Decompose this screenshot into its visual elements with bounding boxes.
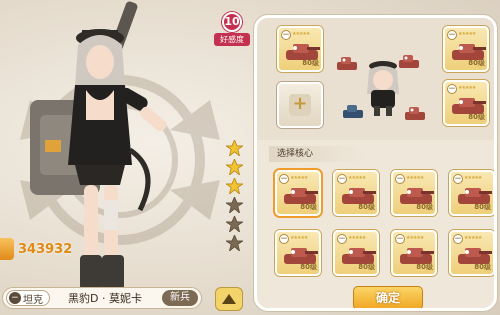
star-empty-icon (226, 235, 243, 251)
star-filled-icon (226, 159, 243, 175)
core-level: 80级 (300, 203, 317, 211)
remove-icon: − (279, 174, 289, 184)
core-level: 80级 (468, 113, 485, 121)
core-candidate[interactable]: − ★★★★★ 80级 (275, 170, 321, 216)
remove-icon[interactable]: − (281, 30, 291, 40)
power-value: 343932 (18, 241, 73, 257)
upgrade-icon (222, 294, 236, 304)
core-candidate[interactable]: − ★★★★★ 80级 (275, 230, 321, 276)
remove-icon: − (395, 234, 405, 244)
remove-icon: − (453, 234, 463, 244)
core-level: 80级 (300, 263, 317, 271)
star-empty-icon (226, 197, 243, 213)
core-stars: ★★★★★ (406, 235, 424, 241)
star-rating (226, 140, 243, 251)
core-level: 80级 (416, 203, 433, 211)
core-candidate[interactable]: − ★★★★★ 80级 (449, 230, 494, 276)
star-filled-icon (226, 140, 243, 156)
confirm-button[interactable]: 确定 (353, 286, 423, 308)
equipped-core-slot[interactable]: − ★★★★★ 80级 (443, 80, 489, 126)
power-icon (0, 238, 14, 260)
section-title: 选择核心 (269, 146, 365, 162)
game-screen: 343932 − 坦克 黑豹D · 莫妮卡 新兵 10 好感度 − ★★★★★ (0, 0, 500, 315)
core-level: 80级 (474, 203, 491, 211)
favor-label: 好感度 (214, 33, 250, 46)
equipped-core-slot[interactable]: − ★★★★★ 80级 (443, 26, 489, 72)
core-stars: ★★★★★ (458, 31, 476, 37)
core-stars: ★★★★★ (348, 175, 366, 181)
core-stars: ★★★★★ (458, 85, 476, 91)
core-candidate[interactable]: − ★★★★★ 80级 (449, 170, 494, 216)
core-stars: ★★★★★ (464, 175, 482, 181)
core-level: 80级 (416, 263, 433, 271)
character-name: 黑豹D · 莫妮卡 (68, 292, 142, 305)
core-level: 80级 (468, 59, 485, 67)
core-stars: ★★★★★ (290, 235, 308, 241)
core-candidate[interactable]: − ★★★★★ 80级 (333, 230, 379, 276)
core-candidate[interactable]: − ★★★★★ 80级 (391, 230, 437, 276)
core-candidate[interactable]: − ★★★★★ 80级 (391, 170, 437, 216)
core-stars: ★★★★★ (406, 175, 424, 181)
upgrade-button[interactable] (215, 287, 243, 311)
equipped-core-area: − ★★★★★ 80级 − ★★★★★ 80级 − ★★★★★ 80级 + (257, 18, 494, 140)
class-label: 坦克 (23, 294, 43, 306)
core-level: 80级 (358, 203, 375, 211)
core-stars: ★★★★★ (292, 31, 310, 37)
core-stars: ★★★★★ (464, 235, 482, 241)
core-stars: ★★★★★ (290, 175, 308, 181)
star-empty-icon (226, 216, 243, 232)
core-level: 80级 (358, 263, 375, 271)
remove-icon[interactable]: − (447, 84, 457, 94)
star-filled-icon (226, 178, 243, 194)
core-stars: ★★★★★ (348, 235, 366, 241)
remove-icon[interactable]: − (447, 30, 457, 40)
add-core-slot[interactable]: + (277, 82, 323, 128)
rank-tag: 新兵 (162, 290, 198, 306)
remove-icon: − (395, 174, 405, 184)
core-level: 80级 (474, 263, 491, 271)
remove-icon: − (279, 234, 289, 244)
core-select-panel: − ★★★★★ 80级 − ★★★★★ 80级 − ★★★★★ 80级 + 选择… (254, 15, 497, 311)
remove-icon: − (337, 234, 347, 244)
favor-level: 10 (222, 12, 242, 32)
remove-icon: − (453, 174, 463, 184)
plus-icon: + (289, 94, 311, 116)
core-candidate[interactable]: − ★★★★★ 80级 (333, 170, 379, 216)
character-info-bar: − 坦克 黑豹D · 莫妮卡 新兵 (2, 287, 202, 309)
chibi-character (367, 61, 399, 116)
tank-class-icon: − (9, 292, 21, 304)
power-display: 343932 (0, 238, 72, 260)
equipped-core-slot[interactable]: − ★★★★★ 80级 (277, 26, 323, 72)
remove-icon: − (337, 174, 347, 184)
class-tag: − 坦克 (6, 290, 50, 306)
mini-tank-icon (337, 57, 357, 70)
favor-badge[interactable]: 10 好感度 (214, 12, 250, 46)
core-level: 80级 (302, 59, 319, 67)
